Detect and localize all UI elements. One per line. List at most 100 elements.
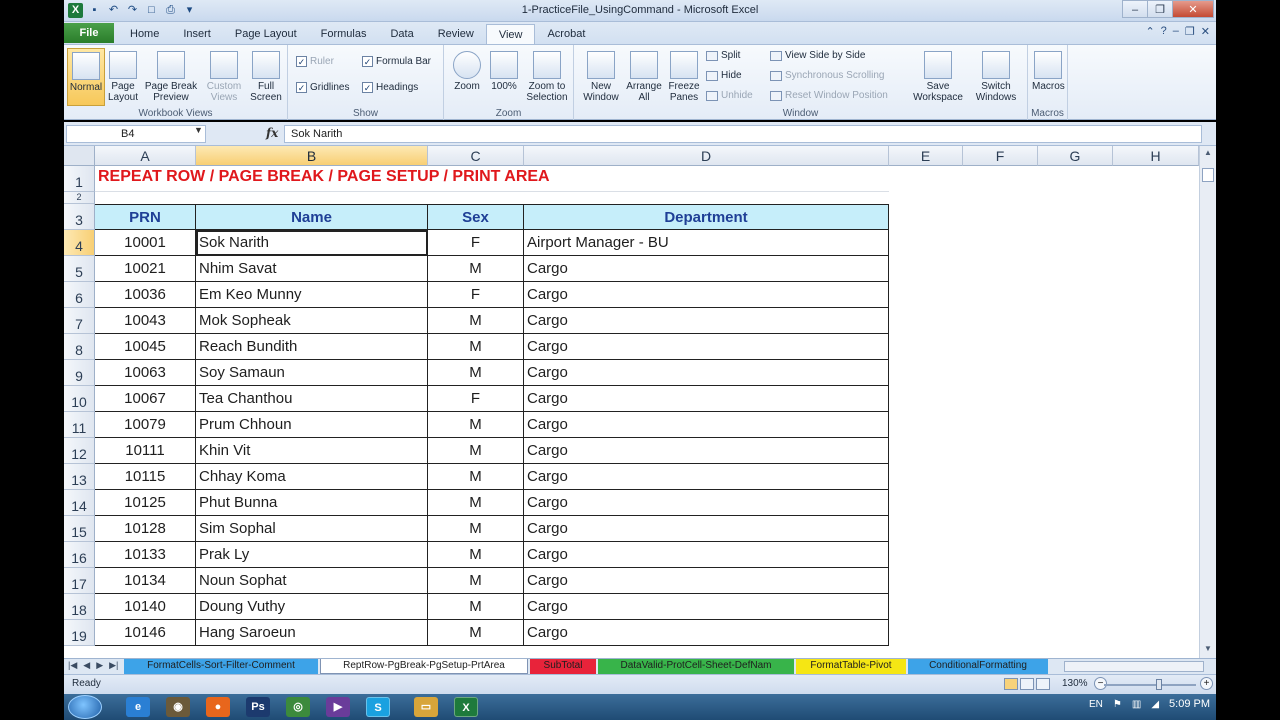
- cell-sex[interactable]: M: [428, 516, 524, 542]
- headings-checkbox[interactable]: ✓ Headings: [362, 82, 418, 93]
- media-player-icon[interactable]: ◉: [166, 697, 190, 717]
- sheet-title[interactable]: REPEAT ROW / PAGE BREAK / PAGE SETUP / P…: [95, 166, 889, 192]
- cell-name[interactable]: Em Keo Munny: [196, 282, 428, 308]
- flag-icon[interactable]: ⚑: [1113, 699, 1122, 710]
- minimize-ribbon-icon[interactable]: ⌃: [1145, 25, 1154, 38]
- cell-sex[interactable]: F: [428, 230, 524, 256]
- tab-data[interactable]: Data: [378, 24, 425, 44]
- gridlines-checkbox[interactable]: ✓ Gridlines: [296, 82, 349, 93]
- select-all-corner[interactable]: [64, 146, 95, 166]
- sheet-tab[interactable]: FormatTable-Pivot: [796, 659, 906, 674]
- macros-button[interactable]: Macros: [1032, 48, 1065, 92]
- full-screen-button[interactable]: Full Screen: [248, 48, 284, 103]
- column-header-f[interactable]: F: [963, 146, 1038, 166]
- cell-name[interactable]: Hang Saroeun: [196, 620, 428, 646]
- row-header[interactable]: 16: [64, 542, 95, 568]
- column-header-a[interactable]: A: [95, 146, 196, 166]
- normal-view-icon[interactable]: [1004, 678, 1018, 690]
- chrome-icon[interactable]: ◎: [286, 697, 310, 717]
- formula-input[interactable]: Sok Narith: [284, 125, 1202, 143]
- horizontal-scrollbar[interactable]: [1064, 661, 1204, 672]
- column-header-b[interactable]: B: [196, 146, 428, 166]
- scroll-thumb[interactable]: [1202, 168, 1214, 182]
- sheet-tab-active[interactable]: ReptRow-PgBreak-PgSetup-PrtArea: [320, 659, 528, 674]
- cell-department[interactable]: Cargo: [524, 334, 889, 360]
- row-header[interactable]: 1: [64, 166, 95, 192]
- sheet-tab[interactable]: SubTotal: [530, 659, 596, 674]
- visual-studio-icon[interactable]: ▶: [326, 697, 350, 717]
- cell-name[interactable]: Soy Samaun: [196, 360, 428, 386]
- cell-department[interactable]: Cargo: [524, 490, 889, 516]
- cell-department[interactable]: Cargo: [524, 308, 889, 334]
- row-header[interactable]: 5: [64, 256, 95, 282]
- cell-prn[interactable]: 10067: [95, 386, 196, 412]
- tab-acrobat[interactable]: Acrobat: [535, 24, 597, 44]
- column-header-d[interactable]: D: [524, 146, 889, 166]
- cell-name[interactable]: Khin Vit: [196, 438, 428, 464]
- normal-view-button[interactable]: Normal: [67, 48, 105, 106]
- tab-review[interactable]: Review: [426, 24, 486, 44]
- zoom-100-button[interactable]: 100%: [488, 48, 520, 92]
- synchronous-scrolling-button[interactable]: Synchronous Scrolling: [770, 70, 885, 81]
- cell-sex[interactable]: M: [428, 464, 524, 490]
- row-header[interactable]: 14: [64, 490, 95, 516]
- cell-name[interactable]: Nhim Savat: [196, 256, 428, 282]
- row-header[interactable]: 7: [64, 308, 95, 334]
- reset-window-position-button[interactable]: Reset Window Position: [770, 90, 888, 101]
- zoom-level[interactable]: 130%: [1062, 678, 1088, 689]
- tab-formulas[interactable]: Formulas: [309, 24, 379, 44]
- cell-prn[interactable]: 10111: [95, 438, 196, 464]
- cell-prn[interactable]: 10063: [95, 360, 196, 386]
- prev-sheet-icon[interactable]: ◀: [83, 660, 90, 671]
- row-header[interactable]: 8: [64, 334, 95, 360]
- view-side-by-side-button[interactable]: View Side by Side: [770, 50, 865, 61]
- name-box-dropdown-icon[interactable]: ▼: [194, 125, 203, 135]
- cell-prn[interactable]: 10128: [95, 516, 196, 542]
- formula-bar-checkbox[interactable]: ✓ Formula Bar: [362, 56, 431, 67]
- excel-taskbar-icon[interactable]: X: [454, 697, 478, 717]
- cell-prn[interactable]: 10036: [95, 282, 196, 308]
- row-header[interactable]: 2: [64, 192, 95, 204]
- cell-prn[interactable]: 10134: [95, 568, 196, 594]
- cell-sex[interactable]: M: [428, 334, 524, 360]
- save-workspace-button[interactable]: Save Workspace: [910, 48, 966, 103]
- doc-restore-icon[interactable]: ❐: [1185, 25, 1195, 38]
- cell-sex[interactable]: M: [428, 620, 524, 646]
- skype-icon[interactable]: S: [366, 697, 390, 717]
- cell-department[interactable]: Cargo: [524, 282, 889, 308]
- sheet-tab[interactable]: DataValid-ProtCell-Sheet-DefNam: [598, 659, 794, 674]
- cell-name[interactable]: Sok Narith: [196, 230, 428, 256]
- split-button[interactable]: Split: [706, 50, 740, 61]
- clock[interactable]: 5:09 PM: [1169, 698, 1210, 710]
- insert-function-icon[interactable]: fx: [266, 126, 278, 140]
- zoom-in-icon[interactable]: +: [1200, 677, 1213, 690]
- cell-department[interactable]: Cargo: [524, 438, 889, 464]
- tab-view[interactable]: View: [485, 24, 536, 44]
- cell-prn[interactable]: 10133: [95, 542, 196, 568]
- sheet-tab[interactable]: ConditionalFormatting: [908, 659, 1048, 674]
- sheet-tab[interactable]: FormatCells-Sort-Filter-Comment: [124, 659, 318, 674]
- cell-sex[interactable]: M: [428, 360, 524, 386]
- switch-windows-button[interactable]: Switch Windows: [968, 48, 1024, 103]
- cell-department[interactable]: Cargo: [524, 386, 889, 412]
- cell-prn[interactable]: 10146: [95, 620, 196, 646]
- custom-views-button[interactable]: Custom Views: [204, 48, 244, 103]
- cell-sex[interactable]: M: [428, 490, 524, 516]
- hide-button[interactable]: Hide: [706, 70, 742, 81]
- row-header[interactable]: 4: [64, 230, 95, 256]
- tab-page-layout[interactable]: Page Layout: [223, 24, 309, 44]
- cell-prn[interactable]: 10001: [95, 230, 196, 256]
- row-header[interactable]: 9: [64, 360, 95, 386]
- last-sheet-icon[interactable]: ▶|: [109, 660, 118, 671]
- cell-department[interactable]: Cargo: [524, 256, 889, 282]
- cell-name[interactable]: Tea Chanthou: [196, 386, 428, 412]
- zoom-to-selection-button[interactable]: Zoom to Selection: [524, 48, 570, 103]
- cell-department[interactable]: Cargo: [524, 516, 889, 542]
- cell-sex[interactable]: M: [428, 594, 524, 620]
- page-layout-button[interactable]: Page Layout: [108, 48, 138, 103]
- tab-home[interactable]: Home: [118, 24, 171, 44]
- help-icon[interactable]: ?: [1161, 25, 1167, 38]
- cell-name[interactable]: Noun Sophat: [196, 568, 428, 594]
- header-sex[interactable]: Sex: [428, 204, 524, 230]
- zoom-slider[interactable]: [1104, 684, 1196, 686]
